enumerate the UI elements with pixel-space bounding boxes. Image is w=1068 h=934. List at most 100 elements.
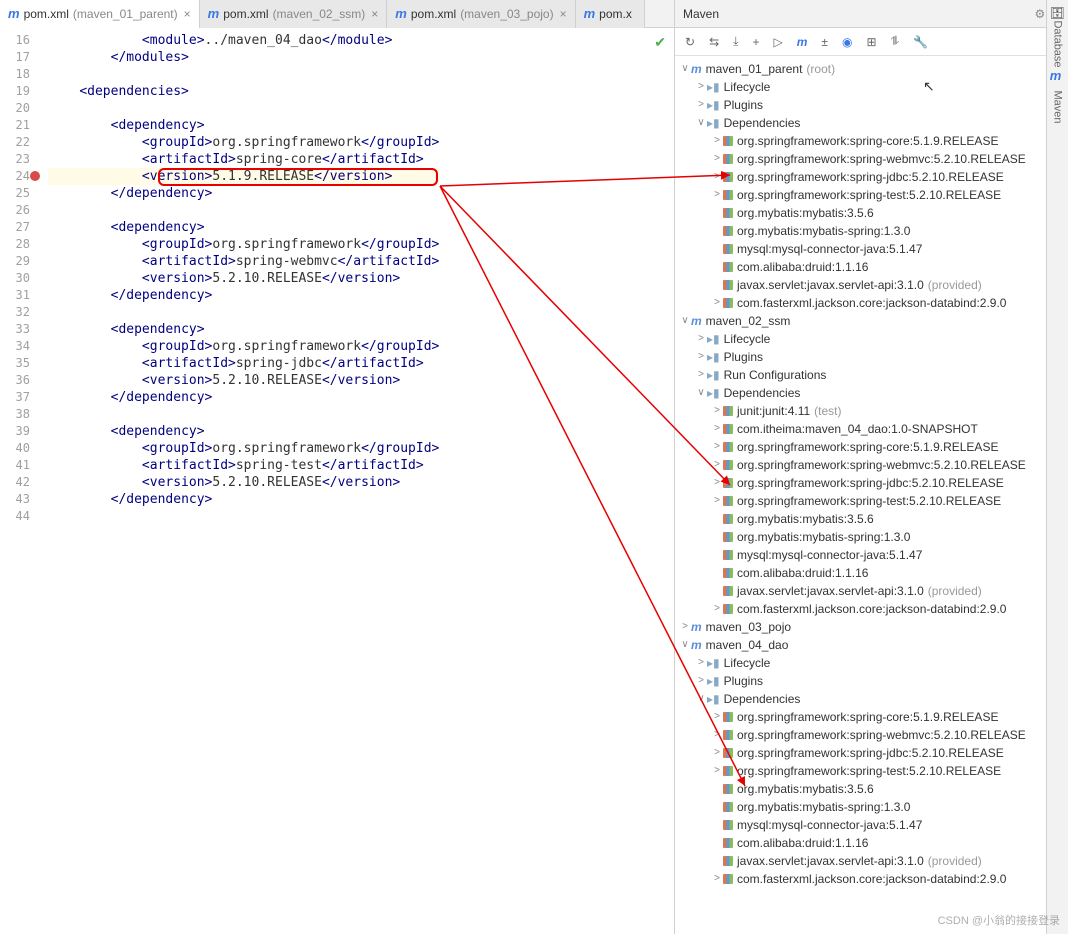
code-line[interactable]: <version>5.2.10.RELEASE</version>	[48, 372, 439, 389]
chevron-icon[interactable]: >	[711, 168, 723, 186]
maven-rail-icon[interactable]: m	[1050, 68, 1062, 83]
dependency-item[interactable]: >mysql:mysql-connector-java:5.1.47	[675, 546, 1068, 564]
chevron-icon[interactable]: >	[711, 222, 723, 240]
dependency-item[interactable]: >mysql:mysql-connector-java:5.1.47	[675, 816, 1068, 834]
dependency-item[interactable]: >com.alibaba:druid:1.1.16	[675, 834, 1068, 852]
code-line[interactable]: <dependency>	[48, 117, 439, 134]
chevron-icon[interactable]: ∨	[679, 636, 691, 654]
chevron-icon[interactable]: >	[711, 402, 723, 420]
toolbar-btn-2[interactable]: ⤓	[733, 34, 738, 49]
close-icon[interactable]: ×	[560, 7, 567, 21]
chevron-icon[interactable]: >	[711, 780, 723, 798]
chevron-icon[interactable]: >	[711, 474, 723, 492]
code-line[interactable]: <version>5.1.9.RELEASE</version>	[48, 168, 439, 185]
code-line[interactable]: </dependency>	[48, 185, 439, 202]
chevron-icon[interactable]: >	[711, 420, 723, 438]
toolbar-btn-4[interactable]: ▷	[773, 35, 782, 49]
code-line[interactable]: <version>5.2.10.RELEASE</version>	[48, 270, 439, 287]
code-line[interactable]: <artifactId>spring-test</artifactId>	[48, 457, 439, 474]
dependency-item[interactable]: >org.mybatis:mybatis-spring:1.3.0	[675, 528, 1068, 546]
chevron-icon[interactable]: >	[711, 600, 723, 618]
gear-icon[interactable]: ⚙	[1035, 7, 1046, 21]
chevron-icon[interactable]: >	[711, 546, 723, 564]
dependency-item[interactable]: >org.springframework:spring-test:5.2.10.…	[675, 186, 1068, 204]
code-line[interactable]: <groupId>org.springframework</groupId>	[48, 134, 439, 151]
chevron-icon[interactable]: >	[679, 618, 691, 636]
chevron-icon[interactable]: >	[711, 294, 723, 312]
code-line[interactable]: </dependency>	[48, 389, 439, 406]
close-icon[interactable]: ×	[371, 7, 378, 21]
editor-tab-1[interactable]: mpom.xml(maven_02_ssm)×	[200, 0, 388, 28]
chevron-icon[interactable]: >	[711, 816, 723, 834]
toolbar-btn-10[interactable]: 🔧	[913, 35, 928, 49]
dependency-item[interactable]: >org.springframework:spring-webmvc:5.2.1…	[675, 726, 1068, 744]
dependency-item[interactable]: >org.springframework:spring-webmvc:5.2.1…	[675, 150, 1068, 168]
chevron-icon[interactable]: >	[711, 186, 723, 204]
chevron-icon[interactable]: ∨	[695, 690, 707, 708]
dependency-item[interactable]: >org.springframework:spring-jdbc:5.2.10.…	[675, 474, 1068, 492]
chevron-icon[interactable]: ∨	[695, 384, 707, 402]
code-line[interactable]: <artifactId>spring-core</artifactId>	[48, 151, 439, 168]
code-line[interactable]: <dependency>	[48, 321, 439, 338]
dependency-item[interactable]: >com.fasterxml.jackson.core:jackson-data…	[675, 294, 1068, 312]
chevron-icon[interactable]: >	[711, 438, 723, 456]
editor-tab-3[interactable]: mpom.x	[576, 0, 645, 28]
chevron-icon[interactable]: >	[695, 654, 707, 672]
dependency-item[interactable]: >org.mybatis:mybatis-spring:1.3.0	[675, 798, 1068, 816]
code-line[interactable]	[48, 508, 439, 525]
dependency-item[interactable]: >mysql:mysql-connector-java:5.1.47	[675, 240, 1068, 258]
chevron-icon[interactable]: >	[711, 492, 723, 510]
dependencies[interactable]: ∨▸▮Dependencies	[675, 114, 1068, 132]
dependency-item[interactable]: >junit:junit:4.11(test)	[675, 402, 1068, 420]
code-line[interactable]: <artifactId>spring-jdbc</artifactId>	[48, 355, 439, 372]
chevron-icon[interactable]: >	[711, 528, 723, 546]
run-configurations[interactable]: >▸▮Run Configurations	[675, 366, 1068, 384]
rail-maven[interactable]: Maven	[1052, 90, 1064, 123]
module-maven_01_parent[interactable]: ∨mmaven_01_parent(root)	[675, 60, 1068, 78]
code-line[interactable]: <dependency>	[48, 219, 439, 236]
maven-tree[interactable]: ↖ ∨mmaven_01_parent(root)>▸▮Lifecycle>▸▮…	[675, 56, 1068, 934]
code-line[interactable]: <artifactId>spring-webmvc</artifactId>	[48, 253, 439, 270]
code-line[interactable]: <version>5.2.10.RELEASE</version>	[48, 474, 439, 491]
chevron-icon[interactable]: >	[695, 330, 707, 348]
dependency-item[interactable]: >javax.servlet:javax.servlet-api:3.1.0(p…	[675, 582, 1068, 600]
chevron-icon[interactable]: >	[711, 132, 723, 150]
chevron-icon[interactable]: >	[711, 834, 723, 852]
chevron-icon[interactable]: ∨	[679, 60, 691, 78]
dependency-item[interactable]: >org.mybatis:mybatis-spring:1.3.0	[675, 222, 1068, 240]
error-bulb-icon[interactable]	[30, 171, 40, 181]
chevron-icon[interactable]: >	[711, 150, 723, 168]
dependency-item[interactable]: >org.springframework:spring-test:5.2.10.…	[675, 492, 1068, 510]
code-line[interactable]	[48, 66, 439, 83]
dependency-item[interactable]: >org.mybatis:mybatis:3.5.6	[675, 780, 1068, 798]
chevron-icon[interactable]: >	[711, 456, 723, 474]
plugins[interactable]: >▸▮Plugins	[675, 348, 1068, 366]
toolbar-btn-0[interactable]: ↻	[685, 35, 695, 49]
chevron-icon[interactable]: >	[711, 852, 723, 870]
code-line[interactable]: </dependency>	[48, 491, 439, 508]
rail-database[interactable]: Database	[1052, 20, 1064, 67]
chevron-icon[interactable]: >	[711, 564, 723, 582]
dependency-item[interactable]: >org.springframework:spring-core:5.1.9.R…	[675, 132, 1068, 150]
dependency-item[interactable]: >com.fasterxml.jackson.core:jackson-data…	[675, 600, 1068, 618]
chevron-icon[interactable]: >	[711, 870, 723, 888]
chevron-icon[interactable]: >	[711, 510, 723, 528]
code-line[interactable]: </modules>	[48, 49, 439, 66]
chevron-icon[interactable]: ∨	[695, 114, 707, 132]
code-content[interactable]: <module>../maven_04_dao</module> </modul…	[48, 28, 439, 934]
dependency-item[interactable]: >org.mybatis:mybatis:3.5.6	[675, 204, 1068, 222]
code-line[interactable]: <dependencies>	[48, 83, 439, 100]
editor-tab-2[interactable]: mpom.xml(maven_03_pojo)×	[387, 0, 575, 28]
dependency-item[interactable]: >com.itheima:maven_04_dao:1.0-SNAPSHOT	[675, 420, 1068, 438]
chevron-icon[interactable]: >	[695, 78, 707, 96]
lifecycle[interactable]: >▸▮Lifecycle	[675, 78, 1068, 96]
chevron-icon[interactable]: >	[711, 708, 723, 726]
chevron-icon[interactable]: >	[711, 744, 723, 762]
dependency-item[interactable]: >org.springframework:spring-test:5.2.10.…	[675, 762, 1068, 780]
code-line[interactable]	[48, 100, 439, 117]
code-line[interactable]: </dependency>	[48, 287, 439, 304]
dependencies[interactable]: ∨▸▮Dependencies	[675, 690, 1068, 708]
toolbar-btn-7[interactable]: ◉	[842, 35, 852, 49]
code-area[interactable]: 1617181920212223242526272829303132333435…	[0, 28, 674, 934]
toolbar-btn-8[interactable]: ⊞	[866, 35, 876, 49]
